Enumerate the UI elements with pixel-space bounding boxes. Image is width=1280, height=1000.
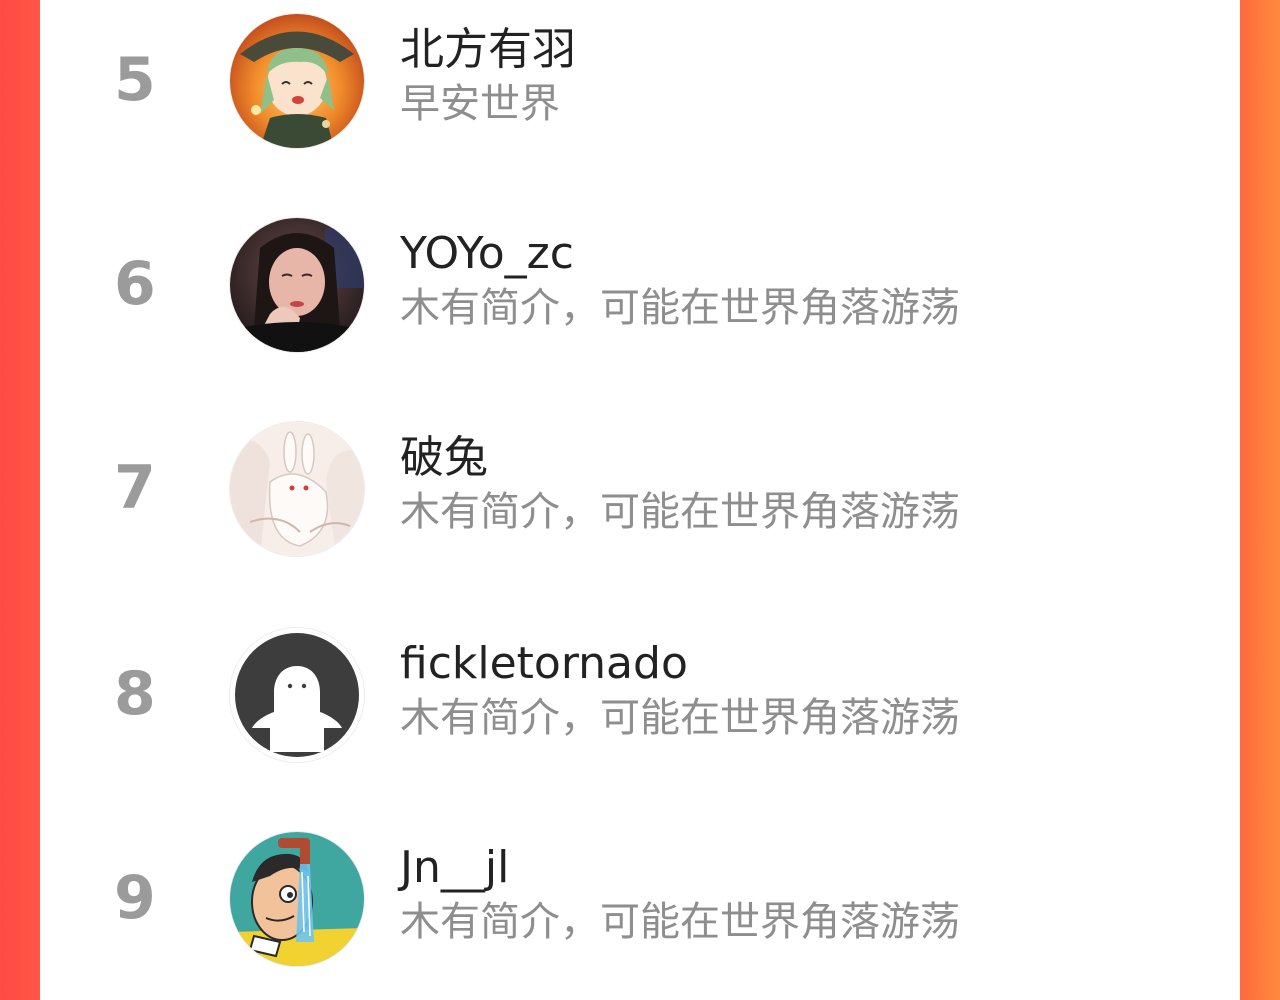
rank-number: 8 [114, 659, 156, 729]
user-bio: 木有简介，可能在世界角落游荡 [400, 695, 960, 741]
user-name[interactable]: 北方有羽 [400, 24, 576, 76]
rank-number: 9 [114, 863, 156, 933]
user-avatar[interactable] [230, 422, 364, 556]
default-ghost-avatar-icon [230, 628, 364, 762]
ranking-row[interactable]: 6 YOYo_zc 木有简介，可能在世界角落游荡 [40, 218, 1240, 398]
user-bio: 木有简介，可能在世界角落游荡 [400, 489, 960, 535]
rank-number: 6 [114, 249, 156, 319]
user-bio: 早安世界 [400, 81, 560, 127]
ranking-row[interactable]: 9 Jn__jl 木有简介，可能在世界角落游荡 [40, 832, 1240, 1000]
user-name[interactable]: fickletornado [400, 638, 688, 690]
user-avatar[interactable] [230, 218, 364, 352]
user-name[interactable]: 破兔 [400, 432, 488, 484]
anime-girl-avatar-icon [230, 14, 364, 148]
user-avatar[interactable] [230, 832, 364, 966]
user-name[interactable]: YOYo_zc [400, 228, 574, 280]
rank-number: 7 [114, 453, 156, 523]
rank-number: 5 [114, 45, 156, 115]
ranking-row[interactable]: 8 fickletornado 木有简介，可能在世界角落游荡 [40, 628, 1240, 808]
user-bio: 木有简介，可能在世界角落游荡 [400, 899, 960, 945]
user-name[interactable]: Jn__jl [400, 842, 509, 894]
user-bio: 木有简介，可能在世界角落游荡 [400, 285, 960, 331]
rabbit-illustration-avatar-icon [230, 422, 364, 556]
user-avatar[interactable] [230, 628, 364, 762]
user-avatar[interactable] [230, 14, 364, 148]
photo-avatar-icon [230, 218, 364, 352]
ranking-row[interactable]: 5 北方有羽 早安世界 [40, 14, 1240, 194]
ranking-row[interactable]: 7 破兔 木有简介，可能在世界角落游荡 [40, 422, 1240, 602]
ranking-panel: 5 北方有羽 早安世界 6 YOYo_zc 木有简介，可能在世界角落游荡 7 破… [40, 0, 1240, 1000]
cartoon-faucet-avatar-icon [230, 832, 364, 966]
